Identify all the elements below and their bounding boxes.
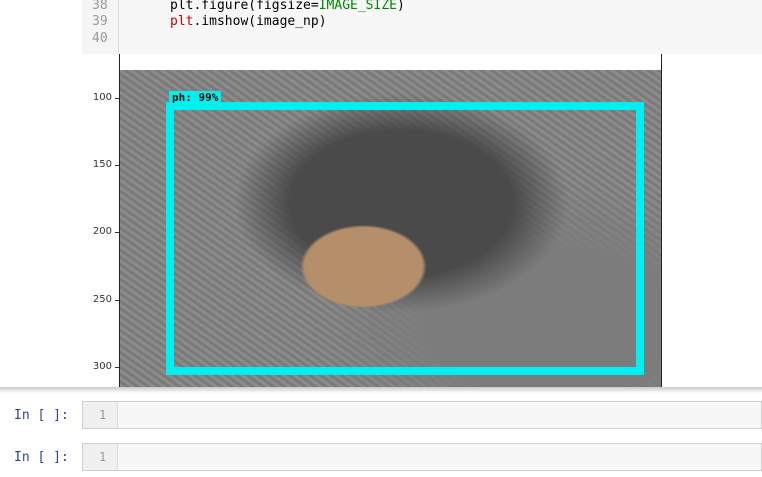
code-token: plt bbox=[170, 14, 194, 29]
line-number: 38 bbox=[92, 0, 108, 13]
y-tick-mark bbox=[115, 98, 119, 99]
y-tick-label: 300 bbox=[92, 361, 112, 372]
line-number: 1 bbox=[99, 450, 107, 464]
code-line: plt.imshow(image_np) bbox=[170, 14, 327, 29]
line-number: 39 bbox=[92, 14, 108, 29]
y-tick-mark bbox=[115, 367, 119, 368]
cell-separator bbox=[0, 387, 762, 393]
y-tick-label: 150 bbox=[92, 159, 112, 170]
input-prompt: In [ ]: bbox=[14, 408, 69, 423]
detection-label: ph: 99% bbox=[169, 91, 222, 104]
code-line: plt.figure(figsize=IMAGE_SIZE) bbox=[170, 0, 405, 13]
code-token: IMAGE_SIZE bbox=[318, 0, 397, 13]
y-tick-label: 250 bbox=[92, 294, 112, 305]
cell-input-editor[interactable]: 1 bbox=[82, 401, 762, 429]
empty-code-cell[interactable]: In [ ]: 1 bbox=[0, 401, 762, 431]
line-number: 1 bbox=[99, 408, 107, 422]
y-tick-label: 100 bbox=[92, 92, 112, 103]
y-tick-mark bbox=[115, 165, 119, 166]
code-cell[interactable]: 38 plt.figure(figsize=IMAGE_SIZE) 39 plt… bbox=[0, 0, 762, 54]
y-tick-label: 200 bbox=[92, 226, 112, 237]
line-number: 40 bbox=[92, 31, 108, 46]
detection-bounding-box bbox=[166, 102, 644, 375]
y-tick-mark bbox=[115, 232, 119, 233]
y-tick-mark bbox=[115, 300, 119, 301]
empty-code-cell[interactable]: In [ ]: 1 bbox=[0, 443, 762, 473]
cell-input-editor[interactable]: 1 bbox=[82, 443, 762, 471]
input-prompt: In [ ]: bbox=[14, 450, 69, 465]
